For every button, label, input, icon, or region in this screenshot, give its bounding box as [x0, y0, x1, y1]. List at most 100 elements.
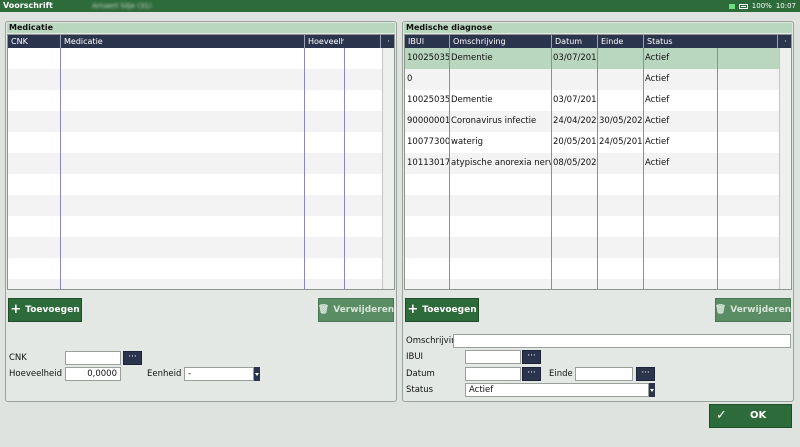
ibui-label: IBUI [406, 352, 424, 362]
table-row[interactable] [8, 279, 394, 289]
table-row[interactable] [8, 216, 394, 237]
table-row[interactable]: 10025035 Dementie 03/07/2014 Actief [405, 90, 791, 111]
datum-label: Datum [406, 369, 435, 379]
col-omschrijving[interactable]: Omschrijving [449, 35, 551, 48]
table-row[interactable] [8, 258, 394, 279]
medicatie-remove-button[interactable]: 🗑 Verwijderen [318, 298, 394, 322]
cell-omschrijving: waterig [451, 137, 483, 147]
ok-button[interactable]: ✓ OK [709, 404, 792, 428]
cell-einde [597, 153, 643, 174]
col-extra[interactable] [344, 35, 380, 48]
grid-line [304, 48, 305, 289]
medicatie-panel: Medicatie CNK Medicatie Hoeveelheid · [5, 21, 397, 402]
datum-input[interactable] [465, 367, 521, 381]
status-select[interactable]: Actief [465, 383, 649, 397]
cell-datum: 08/05/2021 [553, 158, 597, 168]
hoeveelheid-input[interactable]: 0,0000 [65, 367, 121, 381]
eenheid-select[interactable]: - [184, 367, 254, 381]
col-menu[interactable]: · [380, 35, 394, 48]
medicatie-scrollbar[interactable] [382, 48, 394, 289]
cell-status: Actief [645, 95, 670, 105]
cell-einde: 24/05/2015 [599, 137, 643, 147]
diagnose-add-button[interactable]: + Toevoegen [405, 298, 479, 322]
table-row[interactable]: 10025035 Dementie 03/07/2014 Actief [405, 48, 791, 69]
cell-ibui: 10025035 [407, 95, 449, 105]
grid-line [643, 48, 644, 289]
medicatie-grid[interactable]: CNK Medicatie Hoeveelheid · [7, 34, 395, 290]
diagnose-grid-body: 10025035 Dementie 03/07/2014 Actief 0 Ac… [405, 48, 791, 289]
col-cnk[interactable]: CNK [8, 35, 60, 48]
table-row[interactable] [405, 174, 791, 195]
status-dropdown-icon[interactable] [649, 383, 655, 397]
table-row[interactable] [8, 195, 394, 216]
cell-omschrijving [449, 69, 551, 90]
diagnose-grid[interactable]: IBUI Omschrijving Datum Einde Status · 1… [404, 34, 792, 290]
diagnose-remove-label: Verwijderen [730, 305, 792, 315]
table-row[interactable] [8, 237, 394, 258]
window-title: Voorschrift [3, 1, 53, 10]
table-row[interactable] [405, 237, 791, 258]
table-row[interactable] [405, 279, 791, 289]
table-row[interactable] [405, 216, 791, 237]
col-einde[interactable]: Einde [597, 35, 643, 48]
diagnose-panel: Medische diagnose IBUI Omschrijving Datu… [402, 21, 794, 402]
hoeveelheid-label: Hoeveelheid [9, 369, 63, 379]
cell-datum [551, 69, 597, 90]
plus-icon: + [407, 302, 419, 317]
cell-ibui: 10077300 [407, 137, 449, 147]
battery-icon [738, 3, 748, 9]
col-status[interactable]: Status [643, 35, 717, 48]
diagnose-remove-button[interactable]: 🗑 Verwijderen [715, 298, 791, 322]
grid-line [344, 48, 345, 289]
table-row[interactable]: 90000001 Coronavirus infectie 24/04/2020… [405, 111, 791, 132]
diagnose-add-label: Toevoegen [422, 305, 477, 315]
omschrijving-input[interactable] [453, 334, 791, 348]
cnk-input[interactable] [65, 351, 121, 365]
table-row[interactable] [8, 174, 394, 195]
grid-line [597, 48, 598, 289]
table-row[interactable] [8, 69, 394, 90]
trash-icon: 🗑 [714, 305, 727, 315]
datum-picker-button[interactable]: ··· [522, 367, 541, 381]
grid-line [717, 48, 718, 289]
table-row[interactable]: 0 Actief [405, 69, 791, 90]
cell-status: Actief [645, 53, 670, 63]
diagnose-scrollbar[interactable] [779, 48, 791, 289]
cell-einde [597, 69, 643, 90]
eenheid-dropdown-icon[interactable] [254, 367, 260, 381]
einde-picker-button[interactable]: ··· [636, 367, 655, 381]
battery-level: 100% [751, 2, 772, 10]
col-ibui[interactable]: IBUI [405, 35, 449, 48]
medicatie-add-button[interactable]: + Toevoegen [8, 298, 82, 322]
einde-input[interactable] [575, 367, 633, 381]
table-row[interactable] [8, 48, 394, 69]
medicatie-add-label: Toevoegen [25, 305, 80, 315]
table-row[interactable] [405, 258, 791, 279]
grid-line [449, 48, 450, 289]
table-row[interactable]: 10113017 atypische anorexia nervosa 08/0… [405, 153, 791, 174]
cell-omschrijving: Dementie [451, 95, 493, 105]
table-row[interactable] [405, 195, 791, 216]
table-row[interactable] [8, 153, 394, 174]
table-row[interactable] [8, 90, 394, 111]
cell-status: Actief [645, 158, 670, 168]
clock: 10:07 [775, 2, 796, 10]
check-icon: ✓ [716, 408, 727, 423]
diagnose-panel-title: Medische diagnose [404, 23, 792, 33]
diagnose-grid-header: IBUI Omschrijving Datum Einde Status · [405, 35, 791, 48]
medicatie-remove-label: Verwijderen [333, 305, 395, 315]
col-medicatie[interactable]: Medicatie [60, 35, 304, 48]
col-hoeveelheid[interactable]: Hoeveelheid [304, 35, 344, 48]
table-row[interactable] [8, 132, 394, 153]
table-row[interactable]: 10077300 waterig 20/05/2015 24/05/2015 A… [405, 132, 791, 153]
ibui-lookup-button[interactable]: ··· [522, 350, 541, 364]
cell-status: Actief [645, 74, 670, 84]
cell-ibui: 90000001 [407, 116, 449, 126]
patient-name: Arnaert Silje (31) [92, 2, 152, 10]
ibui-input[interactable] [465, 350, 521, 364]
cnk-lookup-button[interactable]: ··· [123, 351, 142, 365]
table-row[interactable] [8, 111, 394, 132]
col-menu[interactable]: · [777, 35, 791, 48]
col-datum[interactable]: Datum [551, 35, 597, 48]
cell-datum: 24/04/2020 [553, 116, 597, 126]
